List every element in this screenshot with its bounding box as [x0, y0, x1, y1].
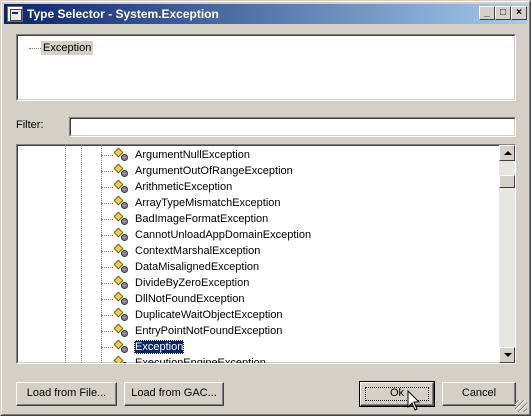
type-list-item[interactable]: DuplicateWaitObjectException [17, 307, 499, 323]
filter-input[interactable] [69, 117, 516, 137]
tree-connector [101, 203, 113, 204]
tree-connector [101, 299, 113, 300]
tree-connector [101, 155, 113, 156]
tree-connector [101, 331, 113, 332]
type-list-item-label: ExecutionEngineException [135, 357, 266, 364]
title-bar[interactable]: Type Selector - System.Exception _ □ × [4, 4, 527, 24]
tree-connector [101, 347, 113, 348]
class-icon [113, 339, 129, 354]
arrow-down-icon [504, 353, 512, 357]
type-list-item-label: DivideByZeroException [135, 277, 250, 289]
type-list-item[interactable]: DivideByZeroException [17, 275, 499, 291]
resize-grip[interactable] [515, 400, 527, 412]
tree-root-node[interactable]: Exception [41, 41, 94, 55]
type-list-item-label: ArithmeticException [135, 181, 233, 193]
class-icon [113, 195, 129, 210]
type-list-item[interactable]: ArithmeticException [17, 179, 499, 195]
type-list-item-label: ArgumentOutOfRangeException [135, 165, 293, 177]
type-list-item-label: EntryPointNotFoundException [135, 325, 283, 337]
type-list-item[interactable]: ContextMarshalException [17, 243, 499, 259]
type-list-item-label: BadImageFormatException [135, 213, 269, 225]
type-list-item-label: Exception [134, 340, 185, 354]
load-from-gac-button[interactable]: Load from GAC... [124, 382, 224, 406]
type-list-item-label: ArgumentNullException [135, 149, 250, 161]
type-list-item-label: DllNotFoundException [135, 293, 245, 305]
type-list-item[interactable]: BadImageFormatException [17, 211, 499, 227]
tree-connector [101, 187, 113, 188]
class-icon [113, 243, 129, 258]
maximize-button[interactable]: □ [495, 6, 511, 20]
type-list-item-label: DataMisalignedException [135, 261, 260, 273]
class-icon [113, 211, 129, 226]
class-icon [113, 163, 129, 178]
type-list-item[interactable]: DllNotFoundException [17, 291, 499, 307]
type-list-rows: ArgumentNullException ArgumentOutOfRangeE… [17, 147, 499, 364]
window-app-icon [7, 6, 23, 22]
load-from-file-button[interactable]: Load from File... [16, 382, 117, 406]
class-icon [113, 275, 129, 290]
tree-connector [101, 283, 113, 284]
type-list-item[interactable]: EntryPointNotFoundException [17, 323, 499, 339]
type-list-item[interactable]: ExecutionEngineException [17, 355, 499, 364]
namespace-tree[interactable]: Exception [16, 34, 516, 101]
tree-connector [101, 267, 113, 268]
type-list-item[interactable]: ArgumentNullException [17, 147, 499, 163]
type-selector-window: Type Selector - System.Exception _ □ × E… [0, 0, 531, 416]
type-list-item-label: ArrayTypeMismatchException [135, 197, 281, 209]
class-icon [113, 259, 129, 274]
type-list-item[interactable]: Exception [17, 339, 499, 355]
arrow-up-icon [504, 151, 512, 155]
tree-connector [101, 219, 113, 220]
type-list-item[interactable]: ArrayTypeMismatchException [17, 195, 499, 211]
close-button[interactable]: × [511, 6, 527, 20]
type-list-item[interactable]: DataMisalignedException [17, 259, 499, 275]
type-list-item-label: ContextMarshalException [135, 245, 261, 257]
type-list-item[interactable]: ArgumentOutOfRangeException [17, 163, 499, 179]
vertical-scrollbar[interactable] [499, 145, 515, 363]
class-icon [113, 227, 129, 242]
scrollbar-thumb[interactable] [499, 175, 515, 188]
class-icon [113, 147, 129, 162]
minimize-button[interactable]: _ [479, 6, 495, 20]
scroll-up-button[interactable] [499, 145, 515, 161]
class-icon [113, 355, 129, 363]
type-list-item-label: DuplicateWaitObjectException [135, 309, 283, 321]
mouse-pointer-icon [407, 390, 421, 411]
tree-connector [29, 48, 41, 49]
tree-connector [101, 235, 113, 236]
class-icon [113, 323, 129, 338]
filter-label: Filter: [16, 119, 44, 131]
scroll-down-button[interactable] [499, 347, 515, 363]
tree-connector [101, 315, 113, 316]
ok-button[interactable]: Ok [359, 381, 435, 407]
tree-connector [101, 171, 113, 172]
class-icon [113, 179, 129, 194]
cancel-button[interactable]: Cancel [442, 382, 516, 406]
class-icon [113, 291, 129, 306]
window-title: Type Selector - System.Exception [27, 7, 219, 21]
type-tree-list[interactable]: ArgumentNullException ArgumentOutOfRangeE… [16, 144, 516, 364]
tree-connector [101, 363, 113, 364]
class-icon [113, 307, 129, 322]
type-list-item[interactable]: CannotUnloadAppDomainException [17, 227, 499, 243]
type-list-item-label: CannotUnloadAppDomainException [135, 229, 312, 241]
tree-connector [101, 251, 113, 252]
